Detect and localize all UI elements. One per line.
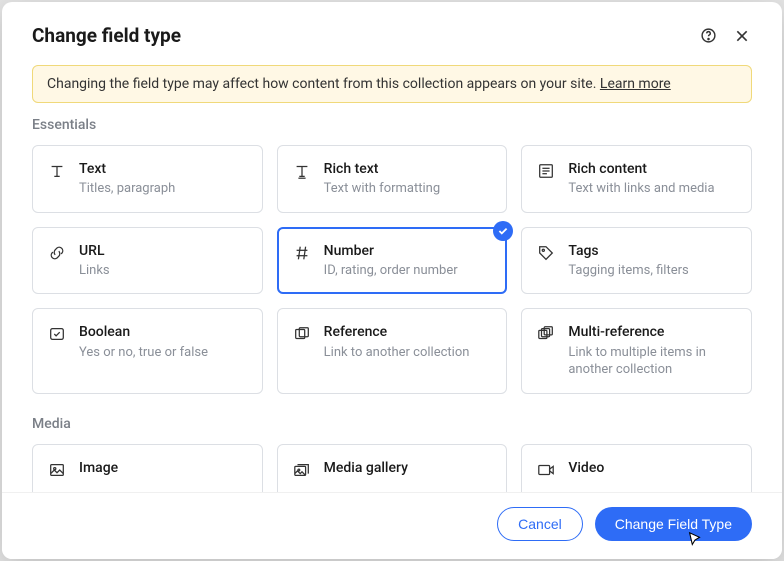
help-icon[interactable] (698, 26, 718, 46)
field-type-rich-text[interactable]: Rich text Text with formatting (277, 145, 508, 213)
tags-icon (536, 243, 556, 263)
field-desc: Tagging items, filters (568, 262, 688, 280)
reference-icon (292, 324, 312, 344)
field-label: Multi-reference (568, 323, 737, 341)
field-desc: ID, rating, order number (324, 262, 458, 280)
field-label: Tags (568, 242, 688, 260)
field-label: Rich text (324, 160, 440, 178)
field-desc: Links (79, 262, 110, 280)
field-type-multi-reference[interactable]: Multi-reference Link to multiple items i… (521, 308, 752, 393)
section-media-label: Media (32, 416, 752, 432)
field-desc: Yes or no, true or false (79, 344, 208, 362)
richtext-icon (292, 161, 312, 181)
warning-link[interactable]: Learn more (600, 76, 671, 92)
modal-header: Change field type (2, 2, 782, 53)
number-icon (292, 243, 312, 263)
modal-footer: Cancel Change Field Type (2, 492, 782, 559)
media-grid: Image Media gallery Video (32, 444, 752, 492)
richcontent-icon (536, 161, 556, 181)
modal-title: Change field type (32, 24, 181, 47)
change-field-type-modal: Change field type Changing the field typ… (2, 2, 782, 559)
text-icon (47, 161, 67, 181)
field-type-boolean[interactable]: Boolean Yes or no, true or false (32, 308, 263, 393)
field-type-media-gallery[interactable]: Media gallery (277, 444, 508, 492)
field-label: Image (79, 459, 118, 477)
field-desc: Text with formatting (324, 180, 440, 198)
field-desc: Link to multiple items in another collec… (568, 344, 737, 379)
video-icon (536, 460, 556, 480)
close-icon[interactable] (732, 26, 752, 46)
modal-body[interactable]: Changing the field type may affect how c… (2, 53, 782, 492)
warning-banner: Changing the field type may affect how c… (32, 65, 752, 103)
change-field-type-button[interactable]: Change Field Type (595, 507, 752, 541)
field-label: Media gallery (324, 459, 408, 477)
field-desc: Link to another collection (324, 344, 470, 362)
cancel-button[interactable]: Cancel (497, 507, 583, 541)
field-desc: Text with links and media (568, 180, 714, 198)
field-label: Boolean (79, 323, 208, 341)
field-type-video[interactable]: Video (521, 444, 752, 492)
field-type-url[interactable]: URL Links (32, 227, 263, 295)
field-label: URL (79, 242, 110, 260)
field-label: Number (324, 242, 458, 260)
field-label: Reference (324, 323, 470, 341)
image-icon (47, 460, 67, 480)
section-essentials-label: Essentials (32, 117, 752, 133)
gallery-icon (292, 460, 312, 480)
field-type-image[interactable]: Image (32, 444, 263, 492)
field-type-number[interactable]: Number ID, rating, order number (277, 227, 508, 295)
field-desc: Titles, paragraph (79, 180, 175, 198)
field-type-text[interactable]: Text Titles, paragraph (32, 145, 263, 213)
boolean-icon (47, 324, 67, 344)
field-label: Rich content (568, 160, 714, 178)
multireference-icon (536, 324, 556, 344)
selected-check-icon (493, 221, 513, 241)
header-actions (698, 26, 752, 46)
url-icon (47, 243, 67, 263)
field-type-tags[interactable]: Tags Tagging items, filters (521, 227, 752, 295)
field-label: Video (568, 459, 604, 477)
warning-text: Changing the field type may affect how c… (47, 76, 600, 92)
essentials-grid: Text Titles, paragraph Rich text Text wi… (32, 145, 752, 394)
field-label: Text (79, 160, 175, 178)
field-type-rich-content[interactable]: Rich content Text with links and media (521, 145, 752, 213)
field-type-reference[interactable]: Reference Link to another collection (277, 308, 508, 393)
